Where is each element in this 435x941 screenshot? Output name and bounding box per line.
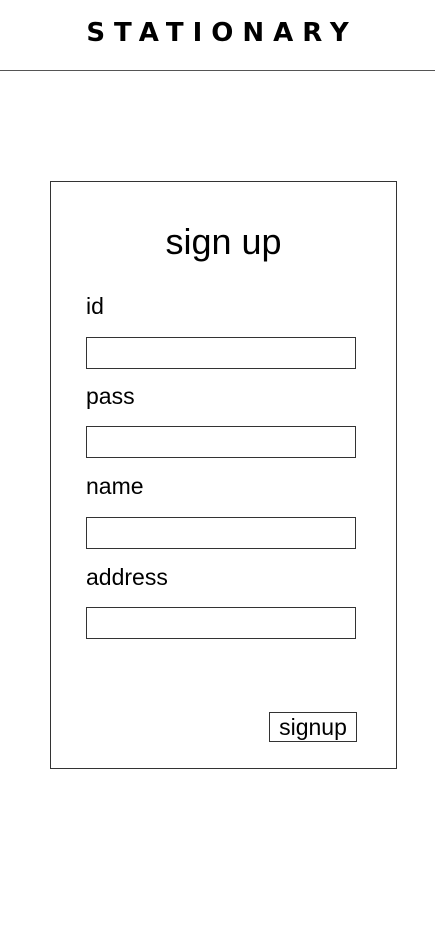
form-title: sign up: [165, 221, 282, 262]
brand-logo: STATIONARY: [86, 18, 358, 48]
address-input[interactable]: [86, 607, 356, 639]
signup-form: sign up id pass name address signup: [50, 181, 397, 769]
header: STATIONARY: [0, 0, 435, 71]
pass-input[interactable]: [86, 426, 356, 458]
signup-button[interactable]: signup: [269, 712, 357, 742]
name-input[interactable]: [86, 517, 356, 549]
id-input[interactable]: [86, 337, 356, 369]
pass-label: pass: [86, 383, 135, 409]
id-label: id: [86, 293, 104, 319]
address-label: address: [86, 564, 168, 590]
name-label: name: [86, 473, 144, 499]
